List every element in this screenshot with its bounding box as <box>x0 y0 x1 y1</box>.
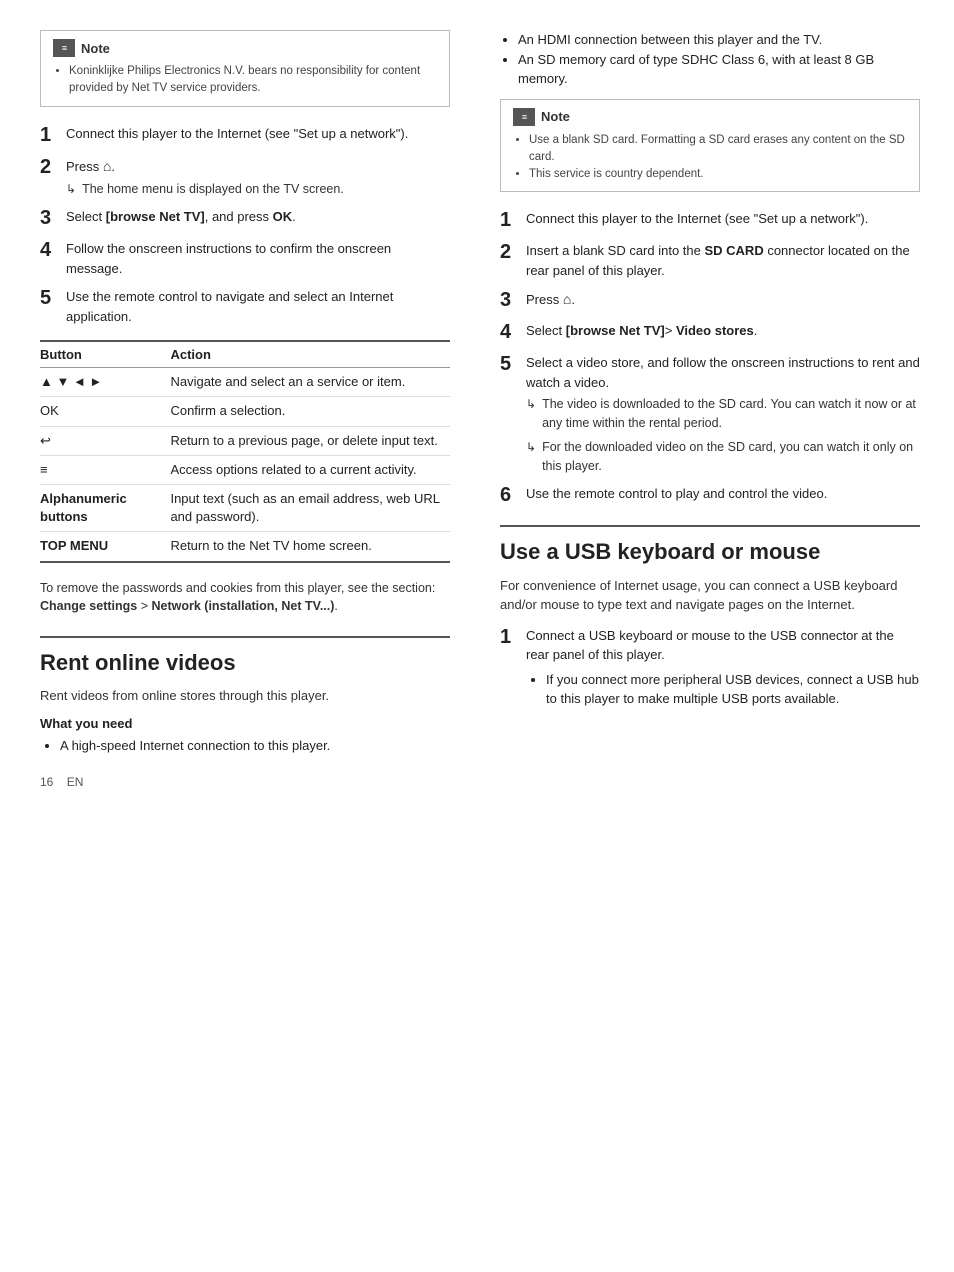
note-right-item-2: This service is country dependent. <box>529 166 907 183</box>
note-box-right: ≡ Note Use a blank SD card. Formatting a… <box>500 99 920 193</box>
r-step-1: 1 Connect this player to the Internet (s… <box>500 208 920 232</box>
what-you-need-title: What you need <box>40 716 450 731</box>
r-step-5-sub-1: ↳ The video is downloaded to the SD card… <box>526 395 920 433</box>
r-step-content-6: Use the remote control to play and contr… <box>526 483 920 504</box>
step-content-4: Follow the onscreen instructions to conf… <box>66 238 450 278</box>
col-action-header: Action <box>170 342 450 368</box>
step-1: 1 Connect this player to the Internet (s… <box>40 123 450 147</box>
table-cell-button: TOP MENU <box>40 532 170 561</box>
table-cell-button: OK <box>40 397 170 426</box>
button-action-table: Button Action ▲ ▼ ◄ ►Navigate and select… <box>40 340 450 562</box>
note-icon-left: ≡ <box>53 39 75 57</box>
table-row: TOP MENUReturn to the Net TV home screen… <box>40 532 450 561</box>
step-2: 2 Press ⌂. ↳ The home menu is displayed … <box>40 155 450 199</box>
r-step-content-1: Connect this player to the Internet (see… <box>526 208 920 229</box>
what-you-need-list: A high-speed Internet connection to this… <box>40 736 450 756</box>
usb-step-1-bullets: If you connect more peripheral USB devic… <box>526 670 920 709</box>
r-step-content-5: Select a video store, and follow the ons… <box>526 352 920 475</box>
step-4: 4 Follow the onscreen instructions to co… <box>40 238 450 278</box>
r-step-num-4: 4 <box>500 320 526 344</box>
note-label-left: Note <box>81 41 110 56</box>
step-num-2: 2 <box>40 155 66 179</box>
rent-section-desc: Rent videos from online stores through t… <box>40 686 450 706</box>
note-icon-right: ≡ <box>513 108 535 126</box>
top-bullets-right: An HDMI connection between this player a… <box>500 30 920 89</box>
r-step-num-5: 5 <box>500 352 526 376</box>
table-row: ≡Access options related to a current act… <box>40 455 450 484</box>
usb-section-title: Use a USB keyboard or mouse <box>500 539 920 565</box>
section-divider-rent <box>40 636 450 638</box>
usb-step-1: 1 Connect a USB keyboard or mouse to the… <box>500 625 920 719</box>
r-step-num-1: 1 <box>500 208 526 232</box>
r-step-5-sub-2: ↳ For the downloaded video on the SD car… <box>526 438 920 476</box>
note-box-top: ≡ Note Koninklijke Philips Electronics N… <box>40 30 450 107</box>
step-num-4: 4 <box>40 238 66 262</box>
step-content-1: Connect this player to the Internet (see… <box>66 123 450 144</box>
table-row: ▲ ▼ ◄ ►Navigate and select an a service … <box>40 368 450 397</box>
r-step-num-2: 2 <box>500 240 526 264</box>
section-divider-usb <box>500 525 920 527</box>
r-step-num-6: 6 <box>500 483 526 507</box>
table-row: Alphanumeric buttonsInput text (such as … <box>40 485 450 532</box>
rent-section-title: Rent online videos <box>40 650 450 676</box>
step-3: 3 Select [browse Net TV], and press OK. <box>40 206 450 230</box>
page-number: 16 EN <box>40 775 450 789</box>
step-content-5: Use the remote control to navigate and s… <box>66 286 450 326</box>
r-step-5: 5 Select a video store, and follow the o… <box>500 352 920 475</box>
table-cell-button: ≡ <box>40 455 170 484</box>
steps-top-list: 1 Connect this player to the Internet (s… <box>40 123 450 327</box>
step-2-sub: ↳ The home menu is displayed on the TV s… <box>66 180 450 199</box>
note-item: Koninklijke Philips Electronics N.V. bea… <box>69 63 437 98</box>
r-step-content-4: Select [browse Net TV]> Video stores. <box>526 320 920 341</box>
note-right-item-1: Use a blank SD card. Formatting a SD car… <box>529 132 907 167</box>
note-label-right: Note <box>541 109 570 124</box>
table-cell-action: Navigate and select an a service or item… <box>170 368 450 397</box>
step-5: 5 Use the remote control to navigate and… <box>40 286 450 326</box>
step-num-3: 3 <box>40 206 66 230</box>
table-cell-button: ↩ <box>40 426 170 455</box>
step-num-1: 1 <box>40 123 66 147</box>
table-cell-action: Input text (such as an email address, we… <box>170 485 450 532</box>
usb-bullet-1: If you connect more peripheral USB devic… <box>546 670 920 709</box>
usb-step-num-1: 1 <box>500 625 526 649</box>
bullet-hdmi: An HDMI connection between this player a… <box>518 30 920 50</box>
bullet-sd: An SD memory card of type SDHC Class 6, … <box>518 50 920 89</box>
col-button-header: Button <box>40 342 170 368</box>
step-num-5: 5 <box>40 286 66 310</box>
r-step-6: 6 Use the remote control to play and con… <box>500 483 920 507</box>
step-content-2: Press ⌂. ↳ The home menu is displayed on… <box>66 155 450 199</box>
table-cell-action: Access options related to a current acti… <box>170 455 450 484</box>
r-step-3: 3 Press ⌂. <box>500 288 920 312</box>
table-cell-action: Return to a previous page, or delete inp… <box>170 426 450 455</box>
r-step-content-2: Insert a blank SD card into the SD CARD … <box>526 240 920 280</box>
right-column: An HDMI connection between this player a… <box>480 30 920 1242</box>
r-step-4: 4 Select [browse Net TV]> Video stores. <box>500 320 920 344</box>
table-row: ↩Return to a previous page, or delete in… <box>40 426 450 455</box>
note-list-left: Koninklijke Philips Electronics N.V. bea… <box>53 63 437 98</box>
usb-step-content-1: Connect a USB keyboard or mouse to the U… <box>526 625 920 719</box>
left-column: ≡ Note Koninklijke Philips Electronics N… <box>40 30 480 1242</box>
r-step-2: 2 Insert a blank SD card into the SD CAR… <box>500 240 920 280</box>
need-item-1: A high-speed Internet connection to this… <box>60 736 450 756</box>
r-step-num-3: 3 <box>500 288 526 312</box>
table-cell-action: Confirm a selection. <box>170 397 450 426</box>
table-row: OKConfirm a selection. <box>40 397 450 426</box>
table-cell-action: Return to the Net TV home screen. <box>170 532 450 561</box>
footer-note: To remove the passwords and cookies from… <box>40 579 450 617</box>
note-list-right: Use a blank SD card. Formatting a SD car… <box>513 132 907 184</box>
table-cell-button: ▲ ▼ ◄ ► <box>40 368 170 397</box>
r-step-content-3: Press ⌂. <box>526 288 920 310</box>
usb-section-desc: For convenience of Internet usage, you c… <box>500 576 920 615</box>
steps-right-list: 1 Connect this player to the Internet (s… <box>500 208 920 507</box>
step-content-3: Select [browse Net TV], and press OK. <box>66 206 450 227</box>
table-cell-button: Alphanumeric buttons <box>40 485 170 532</box>
page: ≡ Note Koninklijke Philips Electronics N… <box>0 0 954 1272</box>
usb-steps-list: 1 Connect a USB keyboard or mouse to the… <box>500 625 920 719</box>
